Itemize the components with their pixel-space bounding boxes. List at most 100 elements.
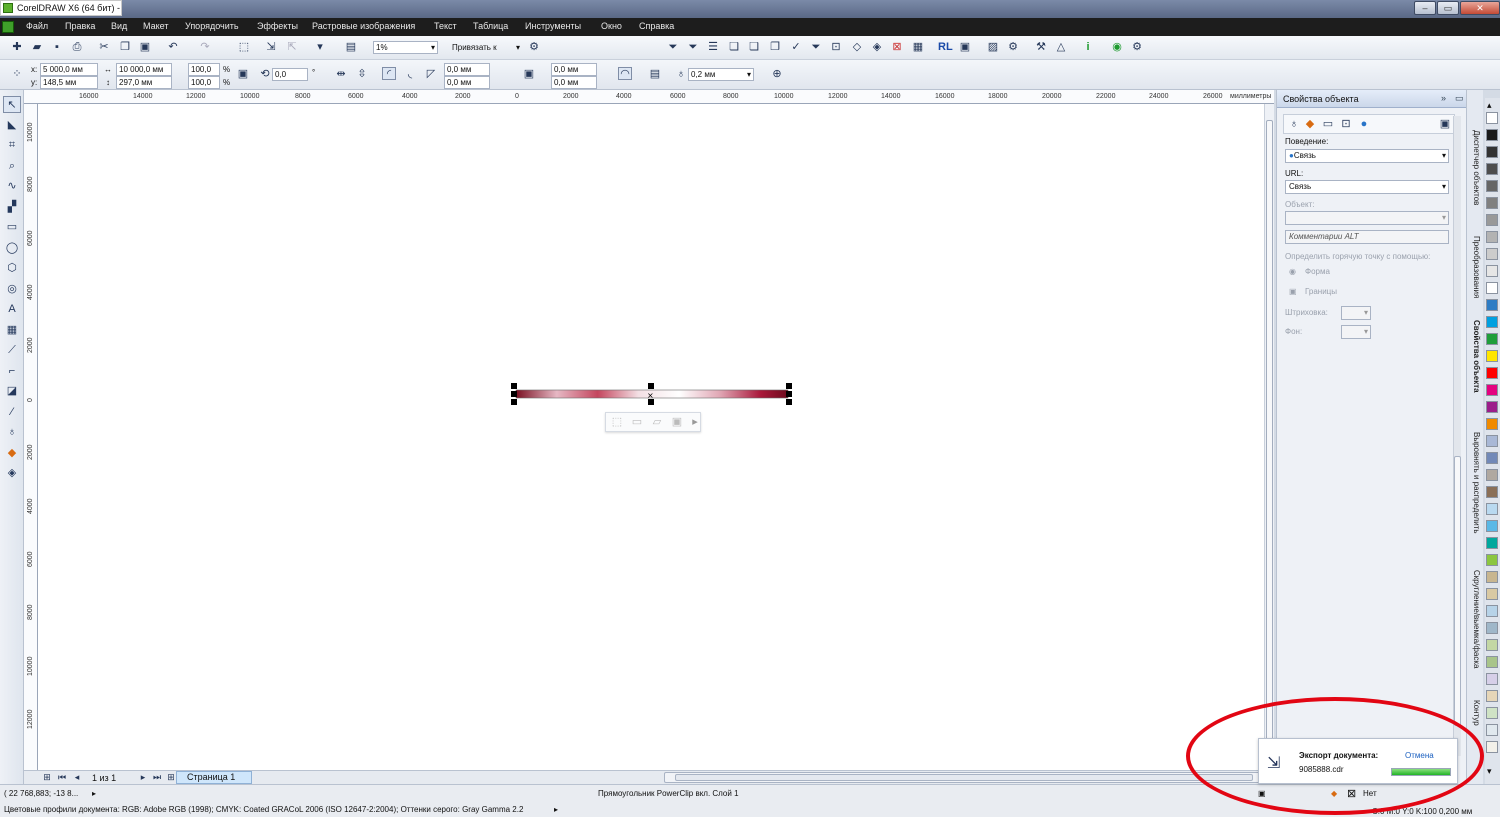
tab-fillet-scallop-chamfer[interactable]: Скругление/выемка/фаска bbox=[1472, 570, 1481, 669]
interactive-fill-tool-icon[interactable]: ◈ bbox=[3, 465, 21, 482]
table-tool-icon[interactable]: ▦ bbox=[3, 322, 21, 339]
fill-tool-icon[interactable]: ◆ bbox=[3, 445, 21, 462]
palette-swatch[interactable] bbox=[1486, 265, 1498, 277]
x-position-field[interactable]: 5 000,0 мм bbox=[40, 63, 98, 76]
rotation-angle-field[interactable]: 0,0 bbox=[272, 68, 308, 81]
corner-radius-bl-field[interactable]: 0,0 мм bbox=[444, 76, 490, 89]
palette-scroll-up-icon[interactable]: ▴ bbox=[1487, 100, 1492, 111]
scale-x-field[interactable]: 100,0 bbox=[188, 63, 220, 76]
triangle-icon[interactable]: △ bbox=[1054, 41, 1068, 54]
extract-contents-icon[interactable]: ▱ bbox=[650, 416, 664, 429]
palette-scroll-down-icon[interactable]: ▾ bbox=[1487, 766, 1492, 777]
group-icon[interactable]: ❐ bbox=[768, 41, 782, 54]
palette-swatch[interactable] bbox=[1486, 163, 1498, 175]
hatch-color-picker[interactable] bbox=[1341, 306, 1371, 320]
scale-y-field[interactable]: 100,0 bbox=[188, 76, 220, 89]
smart-fill-tool-icon[interactable]: ▞ bbox=[3, 199, 21, 216]
menu-file[interactable]: Файл bbox=[26, 21, 48, 31]
horizontal-scrollbar[interactable] bbox=[664, 772, 1264, 783]
palette-swatch[interactable] bbox=[1486, 401, 1498, 413]
palette-swatch[interactable] bbox=[1486, 622, 1498, 634]
application-launcher-icon[interactable]: ▾ bbox=[313, 41, 327, 54]
horizontal-scroll-thumb[interactable] bbox=[675, 774, 1253, 781]
summary-tab-icon[interactable]: ⊡ bbox=[1339, 118, 1353, 131]
more-arrow-icon[interactable]: ▸ bbox=[688, 416, 702, 429]
bounds-checkbox-icon[interactable]: ▣ bbox=[1289, 287, 1297, 296]
palette-swatch[interactable] bbox=[1486, 350, 1498, 362]
node-icon[interactable]: ◇ bbox=[850, 41, 864, 54]
palette-swatch[interactable] bbox=[1486, 197, 1498, 209]
y-position-field[interactable]: 148,5 мм bbox=[40, 76, 98, 89]
welcome-screen-icon[interactable]: ▤ bbox=[344, 41, 358, 54]
freehand-tool-icon[interactable]: ∿ bbox=[3, 178, 21, 195]
fill-tab-icon[interactable]: ◆ bbox=[1303, 118, 1317, 131]
target-icon[interactable]: ◉ bbox=[1110, 41, 1124, 54]
info-icon[interactable]: i bbox=[1081, 41, 1095, 54]
list-icon[interactable]: ☰ bbox=[706, 41, 720, 54]
close-button[interactable]: ✕ bbox=[1460, 1, 1500, 15]
docker-scrollbar[interactable] bbox=[1453, 116, 1461, 756]
polygon-tool-icon[interactable]: ⬡ bbox=[3, 260, 21, 277]
lock-corners-icon[interactable]: ▣ bbox=[522, 68, 536, 81]
page-tab-1[interactable]: Страница 1 bbox=[176, 771, 252, 784]
cancel-export-button[interactable]: Отмена bbox=[1405, 751, 1434, 760]
zoom-level-select[interactable]: 1% bbox=[373, 41, 438, 54]
funnel-icon[interactable]: ⏷ bbox=[666, 41, 680, 54]
zoom-tool-icon[interactable]: ⌕ bbox=[3, 158, 21, 175]
palette-swatch[interactable] bbox=[1486, 180, 1498, 192]
menu-help[interactable]: Справка bbox=[639, 21, 674, 31]
funnel-edit-icon[interactable]: ⏷ bbox=[686, 41, 700, 54]
rectangle-tool-icon[interactable]: ▭ bbox=[3, 219, 21, 236]
tab-object-manager[interactable]: Диспетчер объектов bbox=[1472, 130, 1481, 205]
palette-swatch[interactable] bbox=[1486, 639, 1498, 651]
menu-table[interactable]: Таблица bbox=[473, 21, 508, 31]
palette-swatch[interactable] bbox=[1486, 418, 1498, 430]
palette-swatch[interactable] bbox=[1486, 435, 1498, 447]
export-icon[interactable]: ⇱ bbox=[285, 41, 299, 54]
text-tool-icon[interactable]: A bbox=[3, 301, 21, 318]
object-select[interactable] bbox=[1285, 211, 1449, 225]
tab-object-properties[interactable]: Свойства объекта bbox=[1472, 320, 1481, 393]
paste-icon[interactable]: ▣ bbox=[138, 41, 152, 54]
maximize-button[interactable]: ▭ bbox=[1437, 1, 1459, 15]
round-corner-icon[interactable]: ◜ bbox=[382, 67, 396, 80]
options-icon[interactable]: ⚙ bbox=[527, 41, 541, 54]
palette-swatch[interactable] bbox=[1486, 656, 1498, 668]
next-page-icon[interactable]: ▸ bbox=[136, 771, 150, 784]
window-icon[interactable]: ▣ bbox=[958, 41, 972, 54]
minimize-button[interactable]: – bbox=[1414, 1, 1436, 15]
add-page-icon[interactable]: ⊞ bbox=[40, 771, 54, 784]
internet-tab-icon[interactable]: ● bbox=[1357, 118, 1371, 131]
palette-swatch[interactable] bbox=[1486, 384, 1498, 396]
filter-list-icon[interactable]: ⏷ bbox=[809, 41, 823, 54]
grid-icon[interactable]: ▦ bbox=[911, 41, 925, 54]
tab-transformations[interactable]: Преобразования bbox=[1472, 236, 1481, 298]
palette-swatch[interactable] bbox=[1486, 214, 1498, 226]
corner-radius-br-field[interactable]: 0,0 мм bbox=[551, 76, 597, 89]
palette-swatch[interactable] bbox=[1486, 469, 1498, 481]
check-list-icon[interactable]: ✓ bbox=[789, 41, 803, 54]
menu-arrange[interactable]: Упорядочить bbox=[185, 21, 239, 31]
chamfer-corner-icon[interactable]: ◸ bbox=[424, 68, 438, 81]
no-fill-icon[interactable]: ⊠ bbox=[890, 41, 904, 54]
select-contents-icon[interactable]: ▭ bbox=[630, 416, 644, 429]
menu-edit[interactable]: Правка bbox=[65, 21, 95, 31]
tab-contour[interactable]: Контур bbox=[1472, 700, 1481, 726]
palette-swatch[interactable] bbox=[1486, 554, 1498, 566]
palette-swatch[interactable] bbox=[1486, 588, 1498, 600]
first-page-icon[interactable]: ⏮ bbox=[55, 771, 69, 784]
palette-swatch[interactable] bbox=[1486, 452, 1498, 464]
vertical-ruler[interactable]: 10000 8000 6000 4000 2000 0 2000 4000 60… bbox=[24, 104, 38, 770]
palette-swatch[interactable] bbox=[1486, 486, 1498, 498]
mirror-vertical-icon[interactable]: ⇳ bbox=[355, 68, 369, 81]
docker-scroll-thumb[interactable] bbox=[1454, 456, 1461, 726]
menu-text[interactable]: Текст bbox=[434, 21, 457, 31]
palette-swatch[interactable] bbox=[1486, 741, 1498, 753]
menu-view[interactable]: Вид bbox=[111, 21, 127, 31]
undo-icon[interactable]: ↶ bbox=[166, 41, 180, 54]
palette-swatch[interactable] bbox=[1486, 605, 1498, 617]
print-icon[interactable]: ⎙ bbox=[70, 41, 84, 54]
outline-tab-icon[interactable]: ♁ bbox=[1287, 118, 1301, 131]
palette-swatch[interactable] bbox=[1486, 299, 1498, 311]
url-select[interactable]: Связь bbox=[1285, 180, 1449, 194]
